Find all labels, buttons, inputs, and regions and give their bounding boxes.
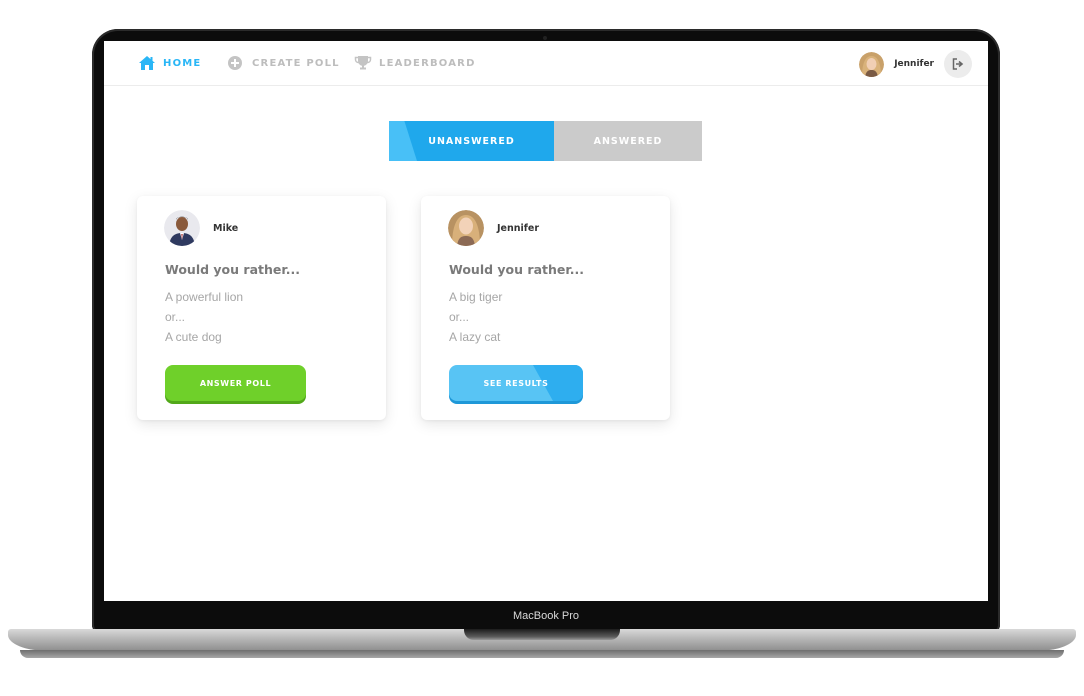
plus-circle-icon (228, 56, 242, 70)
nav-home[interactable]: HOME (138, 41, 201, 85)
poll-separator: or... (449, 310, 470, 324)
top-nav: HOME CREATE POLL LEADERBOARD Jennifer (104, 41, 988, 86)
logout-button[interactable] (944, 50, 972, 78)
poll-option-one: A big tiger (449, 290, 503, 304)
author-name: Jennifer (497, 222, 540, 234)
user-avatar[interactable] (859, 51, 885, 77)
app-screen: HOME CREATE POLL LEADERBOARD Jennifer UN… (104, 41, 988, 601)
trophy-icon (354, 56, 372, 70)
tab-answered-label: ANSWERED (593, 135, 663, 147)
laptop-base-foot (20, 650, 1064, 658)
see-results-button-label: SEE RESULTS (483, 378, 549, 388)
camera (543, 36, 547, 40)
poll-question: Would you rather... (165, 262, 300, 277)
home-icon (139, 56, 155, 70)
poll-card: Mike Would you rather... A powerful lion… (137, 196, 386, 420)
user-menu: Jennifer (859, 50, 972, 78)
poll-card-header: Mike (164, 210, 238, 246)
author-avatar (164, 210, 200, 246)
logout-icon (952, 58, 964, 70)
nav-leaderboard-label: LEADERBOARD (379, 57, 476, 69)
poll-tabs: UNANSWERED ANSWERED (389, 121, 702, 161)
tab-answered[interactable]: ANSWERED (554, 121, 702, 161)
poll-separator: or... (165, 310, 186, 324)
poll-option-two: A lazy cat (449, 330, 501, 344)
nav-create-poll-label: CREATE POLL (252, 57, 340, 69)
author-avatar (448, 210, 484, 246)
laptop-notch (464, 629, 620, 640)
nav-leaderboard[interactable]: LEADERBOARD (354, 41, 476, 85)
tab-unanswered-label: UNANSWERED (428, 135, 515, 147)
user-name: Jennifer (894, 59, 934, 69)
nav-create-poll[interactable]: CREATE POLL (227, 41, 340, 85)
poll-option-one: A powerful lion (165, 290, 244, 304)
see-results-button[interactable]: SEE RESULTS (449, 365, 583, 401)
answer-poll-button-label: ANSWER POLL (199, 378, 272, 388)
poll-card: Jennifer Would you rather... A big tiger… (421, 196, 670, 420)
poll-question: Would you rather... (449, 262, 584, 277)
tab-unanswered[interactable]: UNANSWERED (389, 121, 554, 161)
author-name: Mike (213, 222, 239, 234)
nav-home-label: HOME (163, 57, 202, 69)
answer-poll-button[interactable]: ANSWER POLL (165, 365, 306, 401)
device-brand-label: MacBook Pro (512, 610, 580, 622)
poll-option-two: A cute dog (165, 330, 222, 344)
poll-card-header: Jennifer (448, 210, 539, 246)
